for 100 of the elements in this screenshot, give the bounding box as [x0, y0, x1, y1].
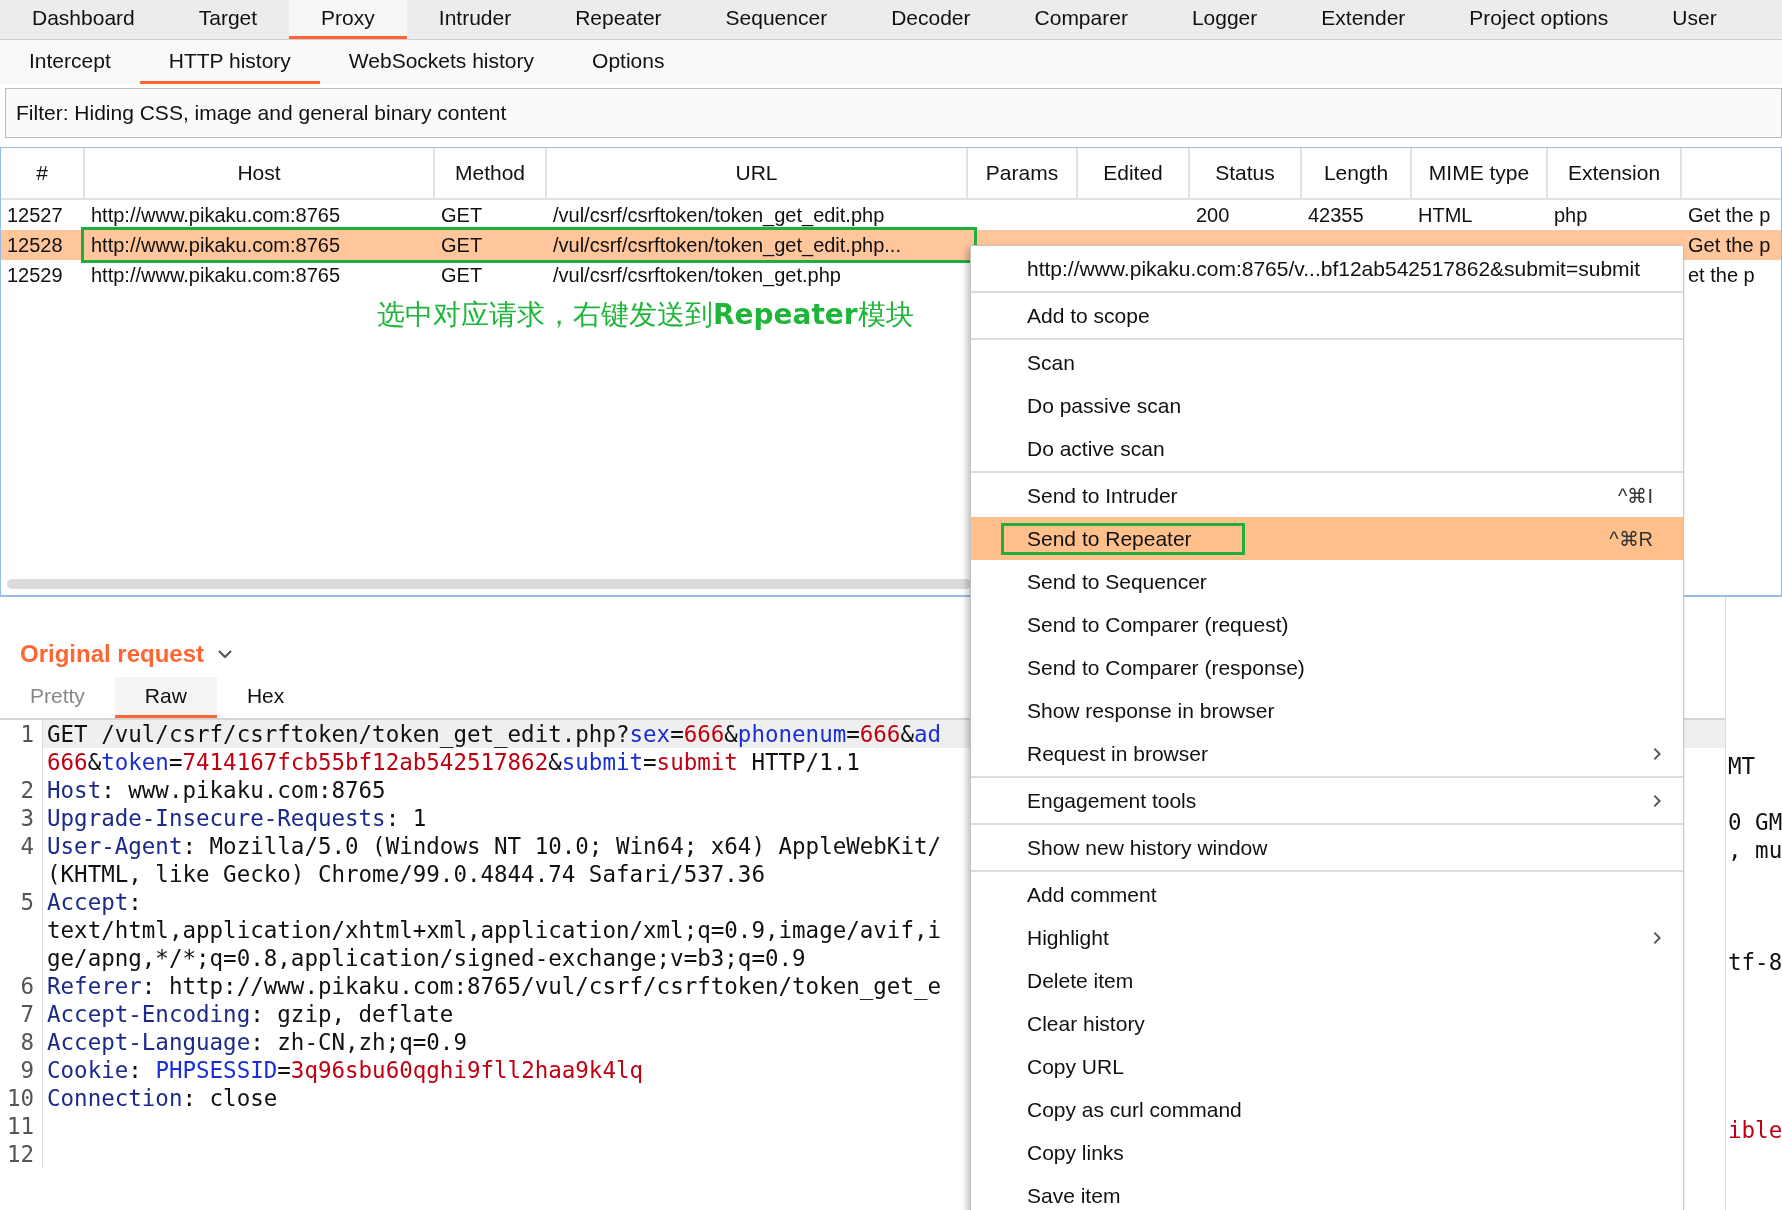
menu-item[interactable]: Do passive scan — [971, 384, 1683, 427]
menu-item[interactable]: Show new history window — [971, 826, 1683, 869]
code-line: Cookie: PHPSESSID=3q96sbu60qghi9fll2haa9k4lq — [46, 1056, 644, 1084]
table-cell-text: http://www.pikaku.com:8765 — [90, 233, 341, 258]
code-line: 666&token=7414167fcb55bf12ab542517862&submit=submit HTTP/1.1 — [46, 748, 860, 776]
code-text: ible — [1728, 1117, 1782, 1143]
menu-item[interactable]: Engagement tools — [971, 779, 1683, 822]
table-cell-text: et the p — [1687, 263, 1756, 288]
filter-bar[interactable]: Filter: Hiding CSS, image and general binary content — [5, 88, 1782, 138]
menu-item[interactable]: http://www.pikaku.com:8765/v...bf12ab542517862&submit=submit — [971, 247, 1683, 290]
menu-item[interactable]: Highlight — [971, 916, 1683, 959]
table-cell-text: http://www.pikaku.com:8765 — [90, 263, 341, 288]
column-header[interactable]: MIME type — [1412, 148, 1548, 198]
code-line: ge/apng,*/*;q=0.8,application/signed-exchange;v=b3;q=0.9 — [46, 944, 806, 972]
scrollbar[interactable] — [7, 579, 971, 589]
code-text: tf-8 — [1728, 949, 1782, 975]
tab[interactable]: Proxy — [289, 0, 407, 39]
tab[interactable]: HTTP history — [139, 40, 320, 84]
code-line: Upgrade-Insecure-Requests: 1 — [46, 804, 427, 832]
menu-item[interactable]: Save item — [971, 1174, 1683, 1210]
panel-title: Original request — [20, 640, 205, 668]
table-cell-text: /vul/csrf/csrftoken/token_get.php — [552, 263, 842, 289]
table-cell-text: http://www.pikaku.com:8765 — [90, 203, 341, 228]
code-line: Connection: close — [46, 1084, 278, 1112]
line-number: 8 — [0, 1028, 43, 1056]
line-number: 4 — [0, 832, 43, 860]
tab[interactable]: Comparer — [1002, 0, 1160, 39]
table-cell-text: 12527 — [6, 203, 64, 228]
column-header[interactable]: # — [1, 148, 85, 198]
code-line: text/html,application/xhtml+xml,application/xml;q=0.9,image/avif,i — [46, 916, 942, 944]
menu-item[interactable]: Send to Comparer (request) — [971, 603, 1683, 646]
tab[interactable]: Sequencer — [693, 0, 860, 39]
annotation-text: 选中对应请求，右键发送到Repeater模块 — [377, 297, 914, 333]
line-number: 9 — [0, 1056, 43, 1084]
code-text: , mu — [1728, 837, 1782, 863]
column-header[interactable]: Params — [968, 148, 1078, 198]
code-line: Referer: http://www.pikaku.com:8765/vul/csrf/csrftoken/token_get_e — [46, 972, 942, 1000]
column-header[interactable]: Status — [1190, 148, 1302, 198]
tab[interactable]: Extender — [1289, 0, 1438, 39]
line-number: 12 — [0, 1140, 43, 1168]
table-cell-text: 200 — [1195, 203, 1231, 228]
code-line: User-Agent: Mozilla/5.0 (Windows NT 10.0; Win64; x64) AppleWebKit/ — [46, 832, 942, 860]
menu-item[interactable]: Clear history — [971, 1002, 1683, 1045]
tab[interactable]: Repeater — [543, 0, 694, 39]
code-line: Accept: — [46, 888, 142, 916]
menu-item[interactable]: Send to Intruder ^⌘I — [971, 474, 1683, 517]
menu-item[interactable]: Copy as curl command — [971, 1088, 1683, 1131]
line-number: 7 — [0, 1000, 43, 1028]
code-line: Accept-Encoding: gzip, deflate — [46, 1000, 454, 1028]
menu-item[interactable]: Send to Repeater ^⌘R — [971, 517, 1683, 560]
column-header[interactable]: Extension — [1548, 148, 1682, 198]
shortcut-label: ^⌘R — [1609, 526, 1653, 551]
menu-item[interactable]: Copy links — [971, 1131, 1683, 1174]
column-header[interactable]: Length — [1302, 148, 1412, 198]
menu-item[interactable]: Copy URL — [971, 1045, 1683, 1088]
tab[interactable]: Intercept — [0, 40, 140, 84]
table-cell-text: 42355 — [1307, 203, 1365, 228]
menu-item[interactable]: Scan — [971, 341, 1683, 384]
menu-item[interactable]: Add to scope — [971, 294, 1683, 337]
menu-item[interactable]: Do active scan — [971, 427, 1683, 470]
table-cell-text: GET — [440, 203, 484, 228]
column-header[interactable]: URL — [547, 148, 968, 198]
tab[interactable]: Intruder — [406, 0, 544, 39]
code-text: MT — [1728, 753, 1756, 779]
table-cell-text: 12529 — [6, 263, 64, 288]
menu-item[interactable]: Add comment — [971, 873, 1683, 916]
code-line: (KHTML, like Gecko) Chrome/99.0.4844.74 Safari/537.36 — [46, 860, 765, 888]
menu-item[interactable]: Delete item — [971, 959, 1683, 1002]
menu-item[interactable]: Send to Comparer (response) — [971, 646, 1683, 689]
table-cell-text: GET — [440, 263, 484, 288]
code-line: Host: www.pikaku.com:8765 — [46, 776, 386, 804]
table-cell-text: Get the p — [1687, 233, 1772, 258]
tab[interactable]: Options — [563, 40, 694, 84]
table-cell-text: HTML — [1417, 203, 1474, 228]
column-header[interactable]: Method — [435, 148, 547, 198]
tab[interactable]: WebSockets history — [319, 40, 564, 84]
table-cell-text: php — [1553, 203, 1589, 228]
menu-item[interactable]: Send to Sequencer — [971, 560, 1683, 603]
line-number: 5 — [0, 888, 43, 916]
tab[interactable]: User — [1640, 0, 1749, 39]
tab[interactable]: Decoder — [859, 0, 1003, 39]
tab[interactable]: Raw — [114, 677, 217, 718]
column-header[interactable]: Edited — [1078, 148, 1190, 198]
tab[interactable]: Target — [166, 0, 290, 39]
tab[interactable]: Pretty — [0, 677, 115, 718]
table-cell-text: /vul/csrf/csrftoken/token_get_edit.php... — [552, 233, 902, 259]
line-number: 6 — [0, 972, 43, 1000]
tab[interactable]: Hex — [216, 677, 315, 718]
line-number: 3 — [0, 804, 43, 832]
shortcut-label: ^⌘I — [1618, 483, 1653, 508]
tab[interactable]: Logger — [1159, 0, 1290, 39]
column-header[interactable]: Host — [85, 148, 435, 198]
table-cell-text: GET — [440, 233, 484, 258]
code-text: 0 GM — [1728, 809, 1782, 835]
table-cell-text: Get the p — [1687, 203, 1772, 228]
tab[interactable]: Dashboard — [0, 0, 167, 39]
line-number: 11 — [0, 1112, 43, 1140]
table-cell-text: /vul/csrf/csrftoken/token_get_edit.php — [552, 203, 886, 229]
table-cell-text: 12528 — [6, 233, 64, 258]
tab[interactable]: Project options — [1437, 0, 1641, 39]
